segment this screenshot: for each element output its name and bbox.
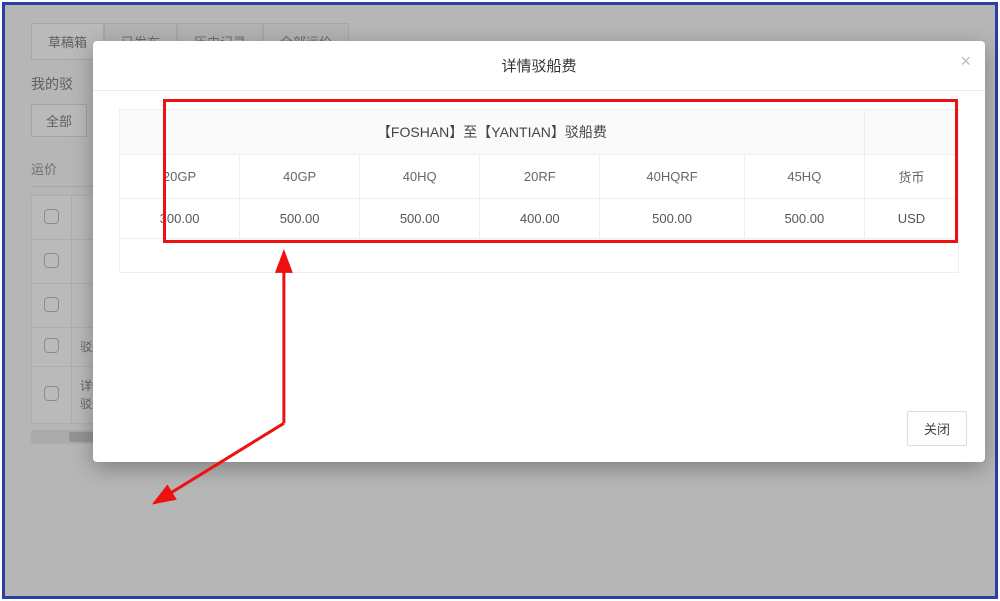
- close-button[interactable]: 关闭: [907, 411, 967, 446]
- close-icon[interactable]: ×: [960, 51, 971, 72]
- annotation-highlight-box: [163, 99, 958, 243]
- modal-title: 详情驳船费: [501, 58, 576, 75]
- empty-row: [120, 239, 959, 273]
